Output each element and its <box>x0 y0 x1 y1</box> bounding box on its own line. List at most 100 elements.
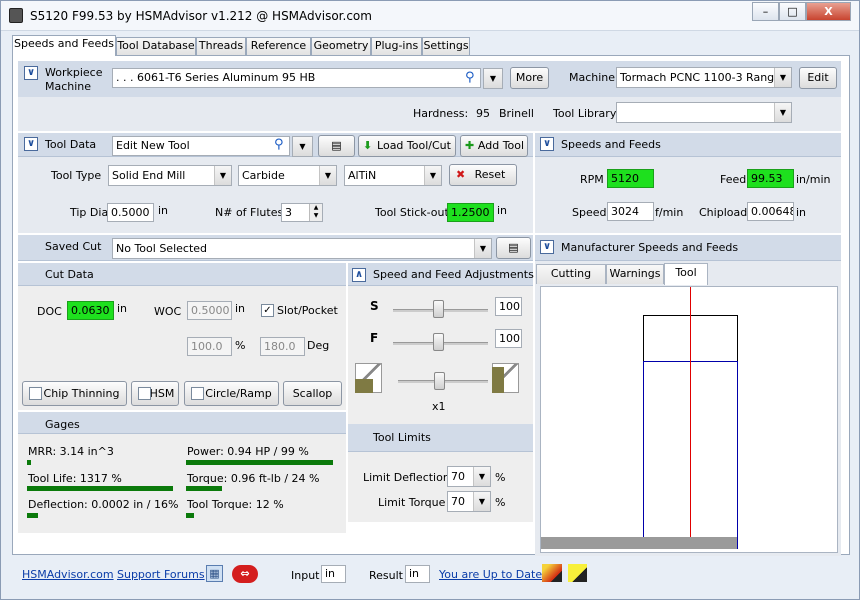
power-readout: Power: 0.94 HP / 99 % <box>187 445 309 458</box>
tip-dia-input[interactable]: 0.5000 <box>107 203 154 222</box>
woc-percent-input[interactable]: 100.0 <box>187 337 232 356</box>
tab-speeds-and-feeds[interactable]: Speeds and Feeds <box>12 35 116 56</box>
workpiece-label: Workpiece <box>45 66 103 79</box>
limit-deflection-label: Limit Deflection <box>363 471 450 484</box>
tool-library-select[interactable]: ▼ <box>616 102 792 123</box>
multiplier-slider-thumb[interactable] <box>434 372 445 390</box>
engagement-angle-input[interactable]: 180.0 <box>260 337 305 356</box>
minimize-button[interactable]: – <box>752 2 779 21</box>
collapse-tool-data-icon[interactable]: ∨ <box>24 137 38 151</box>
tool-type-label: Tool Type <box>51 169 102 182</box>
machine-select[interactable]: Tormach PCNC 1100-3 Range 2(▼ <box>616 67 792 88</box>
material-dropdown[interactable]: ▼ <box>483 68 503 89</box>
collapse-workpiece-icon[interactable]: ∨ <box>24 66 38 80</box>
tool-type-select[interactable]: Solid End Mill ▼ <box>108 165 232 186</box>
torque-readout: Torque: 0.96 ft-lb / 24 % <box>187 472 320 485</box>
calculator-icon[interactable]: ▦ <box>206 565 223 582</box>
speeds-feeds-body <box>535 157 841 233</box>
slot-pocket-checkbox[interactable]: ✓ <box>261 304 274 317</box>
edit-machine-button[interactable]: Edit <box>799 67 837 89</box>
chip-thinning-toggle[interactable]: Chip Thinning <box>22 381 127 406</box>
speeds-feeds-title: Speeds and Feeds <box>561 138 661 151</box>
s-slider-thumb[interactable] <box>433 300 444 318</box>
hardness-value: 95 <box>476 107 490 120</box>
hsm-checkbox[interactable] <box>138 387 151 400</box>
tool-search-icon[interactable]: ⚲ <box>274 137 284 152</box>
tool-life-bar <box>27 486 173 491</box>
chipload-label: Chipload <box>699 206 748 219</box>
tool-centerline <box>690 287 691 549</box>
f-percent-input[interactable]: 100 <box>495 329 522 348</box>
circle-ramp-checkbox[interactable] <box>191 387 204 400</box>
chevron-down-icon: ▼ <box>774 103 791 122</box>
chip-thinning-checkbox[interactable] <box>29 387 42 400</box>
tool-edit-icon-button[interactable]: ▤ <box>318 135 355 157</box>
coating-select[interactable]: AlTiN ▼ <box>344 165 442 186</box>
tab-threads[interactable]: Threads <box>196 37 246 55</box>
rpm-output[interactable]: 5120 <box>607 169 654 188</box>
slot-pocket-label: Slot/Pocket <box>277 304 338 317</box>
chevron-down-icon: ▼ <box>474 239 491 258</box>
close-button[interactable]: X <box>806 2 851 21</box>
result-units-field[interactable]: in <box>405 565 430 583</box>
download-arrow-icon: ⬇ <box>363 139 373 152</box>
woc-input[interactable]: 0.5000 <box>187 301 232 320</box>
material-input[interactable]: . . . 6061-T6 Series Aluminum 95 HB <box>112 68 481 88</box>
update-status-link[interactable]: You are Up to Date <box>439 568 542 581</box>
tool-name-input[interactable]: Edit New Tool <box>112 136 290 156</box>
s-label: S <box>370 299 379 313</box>
load-tool-button[interactable]: ⬇ Load Tool/Cut <box>358 135 456 157</box>
hsm-toggle[interactable]: HSM <box>131 381 179 406</box>
chevron-down-icon: ▼ <box>214 166 231 185</box>
circle-ramp-toggle[interactable]: Circle/Ramp <box>184 381 279 406</box>
scallop-button[interactable]: Scallop <box>283 381 342 406</box>
stickout-unit: in <box>497 204 508 217</box>
tab-settings[interactable]: Settings <box>422 37 470 55</box>
add-tool-button[interactable]: ✚ Add Tool <box>460 135 528 157</box>
tab-tool-database[interactable]: Tool Database <box>116 37 196 55</box>
tab-tool[interactable]: Tool <box>664 263 708 285</box>
s-percent-input[interactable]: 100 <box>495 297 522 316</box>
help-lifebuoy-icon[interactable]: ⇔ <box>232 565 258 583</box>
tab-warnings[interactable]: Warnings <box>606 264 664 284</box>
f-slider-thumb[interactable] <box>433 333 444 351</box>
stepper-arrows-icon[interactable]: ▲ ▼ <box>309 204 322 221</box>
collapse-speeds-feeds-icon[interactable]: ∨ <box>540 137 554 151</box>
input-units-label: Input <box>291 569 320 582</box>
machine-label: Machine <box>569 71 616 84</box>
reset-button[interactable]: ✖ Reset <box>449 164 517 186</box>
highlight-color-icon[interactable] <box>568 564 587 582</box>
manufacturer-title: Manufacturer Speeds and Feeds <box>561 241 739 254</box>
support-forums-link[interactable]: Support Forums <box>117 568 205 581</box>
machine-sub-label: Machine <box>45 80 92 93</box>
speed-output[interactable]: 3024 <box>607 202 654 221</box>
hsmadvisor-link[interactable]: HSMAdvisor.com <box>22 568 114 581</box>
tab-cutting-data[interactable]: Cutting Data <box>536 264 606 298</box>
more-button[interactable]: More <box>510 67 549 89</box>
tool-name-dropdown[interactable]: ▼ <box>292 136 313 157</box>
limit-deflection-select[interactable]: 70 ▼ <box>447 466 491 487</box>
plus-icon: ✚ <box>465 139 475 152</box>
tab-reference[interactable]: Reference <box>246 37 311 55</box>
deflection-readout: Deflection: 0.0002 in / 16% <box>28 498 179 511</box>
limit-torque-select[interactable]: 70 ▼ <box>447 491 491 512</box>
stickout-input[interactable]: 1.2500 <box>447 203 494 222</box>
tool-material-select[interactable]: Carbide ▼ <box>238 165 337 186</box>
material-search-icon[interactable]: ⚲ <box>465 70 475 85</box>
feed-output[interactable]: 99.53 <box>747 169 794 188</box>
tab-plug-ins[interactable]: Plug-ins <box>371 37 422 55</box>
tab-geometry[interactable]: Geometry <box>311 37 371 55</box>
color-palette-icon[interactable] <box>542 564 562 582</box>
doc-input[interactable]: 0.0630 <box>67 301 114 320</box>
result-units-label: Result <box>369 569 403 582</box>
chipload-output[interactable]: 0.00648 <box>747 202 794 221</box>
short-tool-holder-icon <box>355 379 373 393</box>
flutes-stepper[interactable]: 3 ▲ ▼ <box>281 203 323 222</box>
maximize-button[interactable]: □ <box>779 2 806 21</box>
collapse-adjustments-icon[interactable]: ∧ <box>352 268 366 282</box>
input-units-field[interactable]: in <box>321 565 346 583</box>
chevron-down-icon: ▼ <box>473 492 490 511</box>
saved-cut-select[interactable]: No Tool Selected ▼ <box>112 238 492 259</box>
collapse-manufacturer-icon[interactable]: ∨ <box>540 240 554 254</box>
saved-cut-edit-button[interactable]: ▤ <box>496 237 531 259</box>
